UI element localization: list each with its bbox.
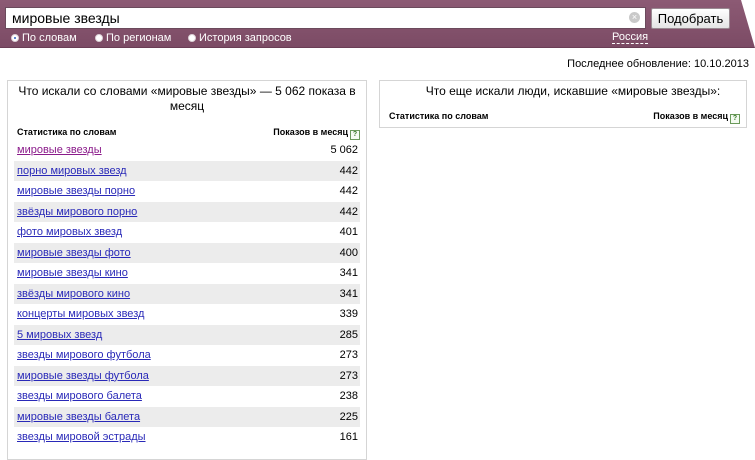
table-row: мировые звезды кино 341 <box>14 263 360 284</box>
keyword-link[interactable]: фото мировых звезд <box>17 226 122 238</box>
shows-count: 400 <box>339 246 358 259</box>
mode-label: По регионам <box>106 32 172 44</box>
shows-count: 339 <box>339 308 358 320</box>
radio-icon <box>11 34 19 42</box>
column-header-shows-label: Показов в месяц <box>273 127 348 137</box>
mode-by-regions[interactable]: По регионам <box>95 32 171 45</box>
shows-count: 401 <box>339 226 358 238</box>
keyword-stats-panel: Что искали со словами «мировые звезды» —… <box>7 80 367 460</box>
table-row: мировые звезды футбола 273 <box>14 365 360 386</box>
shows-count: 273 <box>339 349 358 361</box>
keyword-link[interactable]: мировые звезды <box>17 144 102 156</box>
shows-count: 341 <box>339 267 358 279</box>
table-row: 5 мировых звезд 285 <box>14 324 360 345</box>
mode-label: По словам <box>22 32 77 44</box>
mode-by-words[interactable]: По словам <box>11 32 77 45</box>
radio-icon <box>188 34 196 42</box>
shows-count: 161 <box>339 431 358 443</box>
keyword-link[interactable]: звезды мирового футбола <box>17 349 151 361</box>
table-row: мировые звезды фото 400 <box>14 242 360 263</box>
keyword-link[interactable]: мировые звезды порно <box>17 185 135 197</box>
mode-history[interactable]: История запросов <box>188 32 292 45</box>
shows-count: 238 <box>339 390 358 402</box>
keyword-link[interactable]: мировые звезды футбола <box>17 370 149 382</box>
shows-count: 442 <box>339 185 358 197</box>
keyword-link[interactable]: звёзды мирового кино <box>17 288 130 300</box>
clear-icon[interactable]: × <box>629 12 640 23</box>
related-searches-panel: Что еще искали люди, искавшие «мировые з… <box>379 80 747 128</box>
table-row: порно мировых звезд 442 <box>14 160 360 181</box>
search-input[interactable]: мировые звезды <box>5 7 646 29</box>
table-row: мировые звезды 5 062 <box>14 140 360 161</box>
panel-title: Что искали со словами «мировые звезды» —… <box>18 84 356 113</box>
shows-count: 285 <box>339 328 358 341</box>
column-header-keyword: Статистика по словам <box>17 127 117 137</box>
keyword-link[interactable]: звёзды мирового порно <box>17 206 137 218</box>
table-row: мировые звезды балета 225 <box>14 406 360 427</box>
shows-count: 442 <box>339 205 358 218</box>
shows-count: 273 <box>339 369 358 382</box>
search-button[interactable]: Подобрать <box>651 8 730 29</box>
table-row: звезды мирового балета 238 <box>14 386 360 407</box>
table-row: звёзды мирового кино 341 <box>14 283 360 304</box>
shows-count: 225 <box>339 410 358 423</box>
last-update-text: Последнее обновление: 10.10.2013 <box>567 58 749 70</box>
shows-count: 341 <box>339 287 358 300</box>
keyword-link[interactable]: мировые звезды кино <box>17 267 128 279</box>
region-selector[interactable]: Россия <box>612 31 649 44</box>
table-row: звёзды мирового порно 442 <box>14 201 360 222</box>
table-row: концерты мировых звезд 339 <box>14 304 360 325</box>
shows-count: 5 062 <box>330 144 358 156</box>
help-icon[interactable]: ? <box>350 130 360 140</box>
keyword-link[interactable]: звезды мирового балета <box>17 390 142 402</box>
column-header-keyword: Статистика по словам <box>389 111 489 121</box>
table-row: мировые звезды порно 442 <box>14 181 360 202</box>
column-header-shows: Показов в месяц? <box>653 111 740 124</box>
mode-label: История запросов <box>199 32 292 44</box>
header-corner <box>741 0 755 48</box>
keyword-link[interactable]: порно мировых звезд <box>17 165 127 177</box>
shows-count: 442 <box>339 164 358 177</box>
column-header-shows-label: Показов в месяц <box>653 111 728 121</box>
column-header-shows: Показов в месяц? <box>273 127 360 140</box>
keyword-list: мировые звезды 5 062 порно мировых звезд 4… <box>14 140 360 448</box>
radio-icon <box>95 34 103 42</box>
table-row: фото мировых звезд 401 <box>14 222 360 243</box>
keyword-link[interactable]: концерты мировых звезд <box>17 308 144 320</box>
table-row: звезды мировой эстрады 161 <box>14 427 360 448</box>
keyword-link[interactable]: мировые звезды балета <box>17 411 140 423</box>
help-icon[interactable]: ? <box>730 114 740 124</box>
keyword-link[interactable]: 5 мировых звезд <box>17 329 102 341</box>
keyword-link[interactable]: звезды мировой эстрады <box>17 431 146 443</box>
keyword-link[interactable]: мировые звезды фото <box>17 247 131 259</box>
panel-title: Что еще искали люди, искавшие «мировые з… <box>425 84 721 98</box>
search-header: мировые звезды × Подобрать По словам По … <box>0 0 755 48</box>
table-row: звезды мирового футбола 273 <box>14 345 360 366</box>
